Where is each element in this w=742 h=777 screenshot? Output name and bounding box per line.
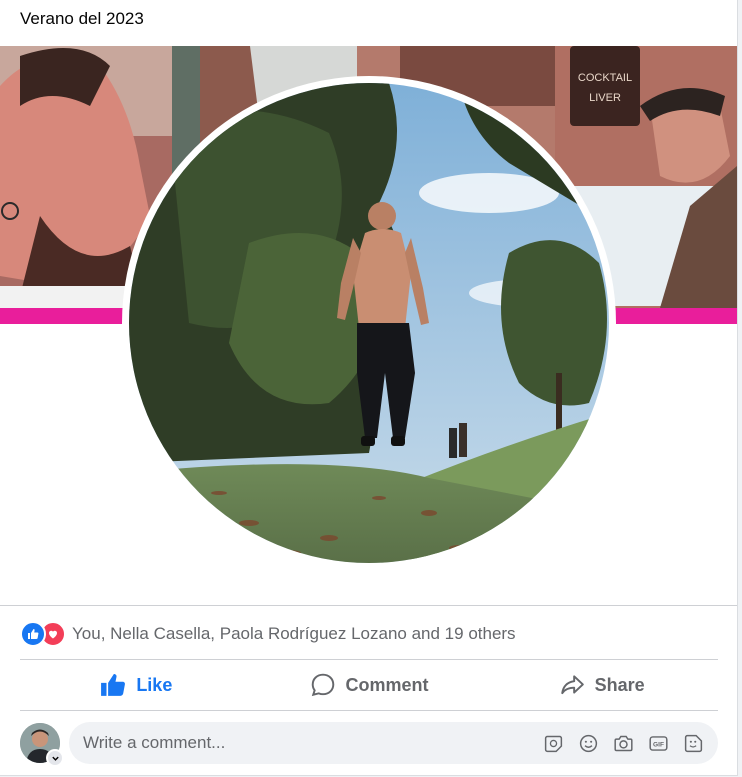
emoji-icon[interactable] bbox=[578, 733, 599, 754]
svg-text:COCKTAIL: COCKTAIL bbox=[578, 72, 632, 84]
gif-icon[interactable]: GIF bbox=[648, 733, 669, 754]
comment-box: GIF bbox=[69, 722, 718, 764]
post-photo[interactable]: COCKTAIL LIVER bbox=[0, 46, 737, 606]
profile-photo bbox=[129, 83, 609, 563]
post-caption: Verano del 2023 bbox=[20, 9, 144, 28]
share-label: Share bbox=[594, 674, 645, 695]
comment-icon bbox=[311, 673, 334, 697]
comment-button[interactable]: Comment bbox=[253, 661, 486, 709]
post-actions: Like Comment Share bbox=[20, 661, 718, 709]
svg-text:GIF: GIF bbox=[653, 741, 664, 748]
divider-reactions bbox=[20, 659, 718, 660]
like-button[interactable]: Like bbox=[20, 661, 253, 709]
share-button[interactable]: Share bbox=[485, 661, 718, 709]
reaction-names[interactable]: You, Nella Casella, Paola Rodríguez Loza… bbox=[72, 624, 516, 644]
comment-tools: GIF bbox=[543, 722, 704, 764]
chevron-down-icon[interactable] bbox=[46, 749, 64, 767]
comment-input[interactable] bbox=[83, 722, 523, 764]
like-label: Like bbox=[136, 674, 173, 695]
comment-label: Comment bbox=[345, 674, 429, 695]
reactions-summary[interactable]: You, Nella Casella, Paola Rodríguez Loza… bbox=[20, 620, 516, 648]
thumbs-up-icon bbox=[101, 673, 126, 696]
camera-icon[interactable] bbox=[613, 733, 634, 754]
comment-composer: GIF bbox=[20, 720, 718, 767]
divider-actions bbox=[20, 710, 718, 711]
post-card: Verano del 2023 COCKTAIL LIVER You, Nell… bbox=[0, 0, 738, 776]
sticker-icon[interactable] bbox=[683, 733, 704, 754]
svg-text:LIVER: LIVER bbox=[589, 92, 621, 104]
divider-top bbox=[0, 605, 737, 606]
share-icon bbox=[560, 675, 584, 695]
like-reaction-icon bbox=[20, 621, 46, 647]
avatar-sticker-icon[interactable] bbox=[543, 733, 564, 754]
